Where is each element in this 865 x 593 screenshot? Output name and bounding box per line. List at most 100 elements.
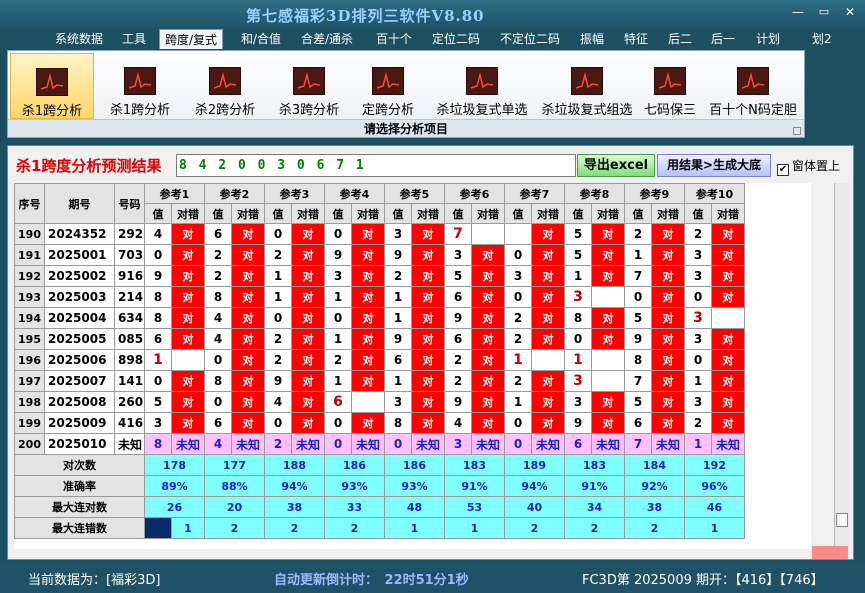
value-cell: 2 [504,370,532,392]
chart-icon [293,67,325,95]
checkbox-box[interactable]: ✔ [777,164,789,176]
value-cell: 2 [624,223,652,245]
summary-label: 准确率 [14,475,145,497]
hit-cell: 对 [531,412,565,434]
value-cell: 3 [684,265,712,287]
menu-item-10[interactable]: 后二 [668,29,692,49]
menu-item-4[interactable]: 合差/通杀 [301,29,353,49]
value-cell: 8 [624,349,652,371]
hit-cell: 对 [471,307,505,329]
ribbon-button-5[interactable]: 杀垃圾复式单选 [430,53,534,119]
value-cell: 0 [144,370,172,392]
hit-cell: 对 [711,265,745,287]
chart-icon [737,67,769,95]
generate-base-button[interactable]: 用结果>生成大底 [657,154,771,177]
table-row[interactable]: 191 2025001 703 0 对 2 对 2 对 9 对 9 对 3 对 0 对 5 对 1 对 3 对 [14,244,745,266]
hit-cell: 对 [291,223,325,245]
value-cell: 0 [504,412,532,434]
row-seq: 190 [14,223,45,245]
expand-icon[interactable] [793,127,801,135]
summary-value: 34 [564,496,625,518]
menu-item-3[interactable]: 和/合值 [241,29,281,49]
menu-item-5[interactable]: 百十个 [376,29,412,49]
menu-item-7[interactable]: 不定位二码 [500,29,560,49]
ribbon-button-8[interactable]: 百十个N码定胆 [705,53,801,119]
value-cell: 2 [204,244,232,266]
ribbon-button-4[interactable]: 定跨分析 [352,53,424,119]
ribbon-button-label: 杀1跨分析 [109,103,171,118]
ribbon-button-1[interactable]: 杀1跨分析 [100,53,180,119]
hit-cell: 对 [411,370,445,392]
scroll-thumb[interactable] [836,513,848,527]
hit-cell: 对 [231,391,265,413]
table-row[interactable]: 190 2024352 292 4 对 6 对 0 对 0 对 3 对 7 对 5 对 2 对 2 对 [14,223,745,245]
value-cell: 4 [264,391,292,413]
hit-cell: 对 [471,391,505,413]
hit-cell: 对 [291,412,325,434]
table-row[interactable]: 193 2025003 214 8 对 8 对 1 对 1 对 1 对 6 对 0 对 3 0 对 0 对 [14,286,745,308]
vertical-scrollbar[interactable] [834,183,849,549]
pred-value-cell: 2 [264,433,292,455]
maximize-button[interactable]: ▭ [813,4,835,20]
ribbon-button-2[interactable]: 杀2跨分析 [186,53,264,119]
header-hit: 对错 [531,203,565,224]
hit-cell: 对 [711,391,745,413]
pred-value-cell: 7 [624,433,652,455]
table-row[interactable]: 195 2025005 085 6 对 4 对 2 对 1 对 9 对 6 对 2 对 0 对 9 对 3 对 [14,328,745,350]
value-cell: 1 [684,370,712,392]
value-cell: 4 [204,307,232,329]
menu-item-12[interactable]: 计划 [756,29,780,49]
window-title: 第七感福彩3D排列三软件V8.80 [246,7,485,25]
hit-cell: 对 [591,265,625,287]
stay-on-top-checkbox[interactable]: ✔ 窗体置上 [777,157,840,176]
row-seq: 196 [14,349,45,371]
menu-item-6[interactable]: 定位二码 [432,29,480,49]
row-number: 916 [114,265,145,287]
header-ref: 参考4 [324,183,385,204]
menu-item-11[interactable]: 后一 [711,29,735,49]
ribbon-button-0[interactable]: 杀1跨分析 [10,53,94,119]
header-hit: 对错 [711,203,745,224]
pred-value-cell: 3 [444,433,472,455]
row-number: 703 [114,244,145,266]
table-row[interactable]: 197 2025007 141 0 对 8 对 9 对 1 对 1 对 2 对 2 对 3 7 对 1 对 [14,370,745,392]
table-row[interactable]: 196 2025006 898 1 0 对 2 对 2 对 6 对 2 对 1 1 8 对 0 对 [14,349,745,371]
summary-value: 183 [564,454,625,476]
hit-cell: 对 [651,328,685,350]
menu-item-2[interactable]: 跨度/复式 [159,29,224,49]
value-cell: 2 [504,307,532,329]
menu-item-8[interactable]: 振幅 [580,29,604,49]
menu-item-13[interactable]: 划2 [812,29,832,49]
value-cell: 1 [264,265,292,287]
close-button[interactable]: ✕ [839,4,861,20]
export-excel-button[interactable]: 导出excel [577,154,655,177]
hit-cell: 对 [591,391,625,413]
table-row[interactable]: 194 2025004 634 8 对 4 对 0 对 0 对 1 对 9 对 2 对 8 对 5 对 3 [14,307,745,329]
hit-cell: 对 [711,370,745,392]
ribbon-button-7[interactable]: 七码保三 [639,53,701,119]
hit-cell: 对 [171,412,205,434]
hit-cell: 对 [471,286,505,308]
header-ref: 参考2 [204,183,265,204]
value-cell: 3 [444,244,472,266]
row-number: 085 [114,328,145,350]
hit-cell: 对 [651,244,685,266]
menu-item-1[interactable]: 工具 [122,29,146,49]
value-cell: 2 [264,349,292,371]
pred-value-cell: 1 [684,433,712,455]
hit-cell [591,370,625,392]
ribbon-button-3[interactable]: 杀3跨分析 [270,53,348,119]
row-seq: 197 [14,370,45,392]
header-ref: 参考9 [624,183,685,204]
menu-item-9[interactable]: 特征 [624,29,648,49]
table-row[interactable]: 192 2025002 916 9 对 2 对 1 对 3 对 2 对 5 对 3 对 1 对 7 对 3 对 [14,265,745,287]
menu-item-0[interactable]: 系统数据 [55,29,103,49]
table-row[interactable]: 199 2025009 416 3 对 6 对 0 对 0 对 8 对 4 对 0 对 9 对 6 对 2 对 [14,412,745,434]
minimize-button[interactable]: — [787,4,809,20]
value-cell: 8 [564,307,592,329]
ribbon-button-6[interactable]: 杀垃圾复式组选 [538,53,636,119]
result-field[interactable]: 8 4 2 0 0 3 0 6 7 1 [176,154,576,177]
table-row[interactable]: 198 2025008 260 5 对 0 对 4 对 6 3 对 9 对 1 对 3 对 5 对 3 对 [14,391,745,413]
value-cell: 5 [624,307,652,329]
prediction-row[interactable]: 200 2025010 未知 8 未知 4 未知 2 未知 0 未知 0 未知 3 未知 0 未知 6 未知 7 未知 1… [14,433,745,455]
